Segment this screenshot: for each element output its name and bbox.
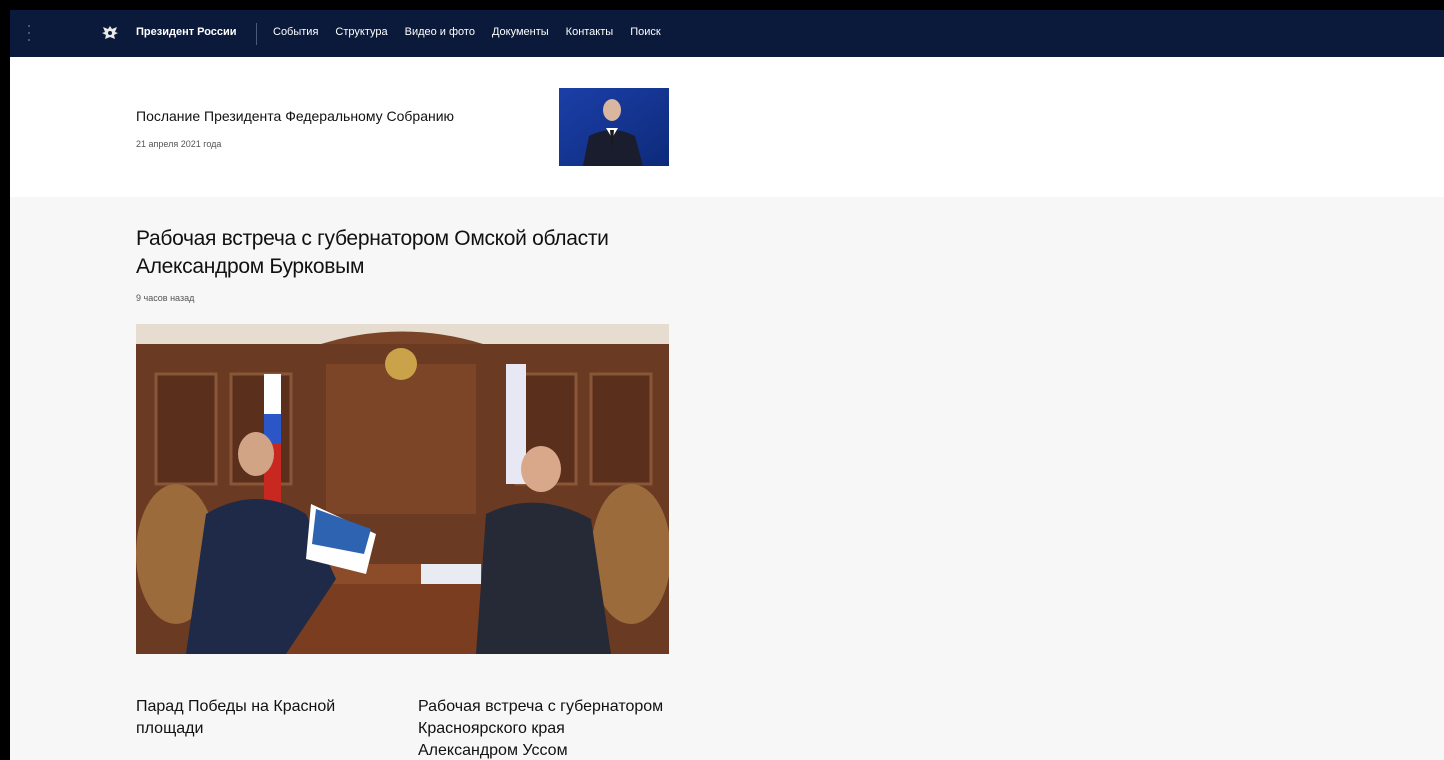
header-divider — [256, 23, 257, 45]
featured-article-date: 21 апреля 2021 года — [136, 139, 222, 149]
nav-documents[interactable]: Документы — [492, 26, 549, 38]
nav-search[interactable]: Поиск — [630, 26, 660, 38]
main-article-title[interactable]: Рабочая встреча с губернатором Омской об… — [136, 225, 656, 281]
coat-of-arms-icon[interactable] — [100, 24, 120, 42]
menu-icon[interactable] — [28, 25, 32, 41]
main-article-photo[interactable] — [136, 324, 669, 654]
related-article-link[interactable]: Парад Победы на Красной площади — [136, 696, 366, 740]
featured-strip: Послание Президента Федеральному Собрани… — [10, 57, 1444, 197]
page: Президент России События Структура Видео… — [10, 10, 1444, 760]
featured-article-thumbnail[interactable] — [559, 88, 669, 166]
nav-contacts[interactable]: Контакты — [566, 26, 614, 38]
main-article-time: 9 часов назад — [136, 293, 195, 303]
top-navigation-bar: Президент России События Структура Видео… — [10, 10, 1444, 57]
site-title[interactable]: Президент России — [136, 26, 237, 38]
main-nav: События Структура Видео и фото Документы… — [273, 26, 678, 38]
featured-article-link[interactable]: Послание Президента Федеральному Собрани… — [136, 108, 454, 124]
nav-events[interactable]: События — [273, 26, 318, 38]
nav-video-photo[interactable]: Видео и фото — [405, 26, 475, 38]
nav-structure[interactable]: Структура — [335, 26, 387, 38]
related-article-link[interactable]: Рабочая встреча с губернатором Красноярс… — [418, 696, 668, 760]
